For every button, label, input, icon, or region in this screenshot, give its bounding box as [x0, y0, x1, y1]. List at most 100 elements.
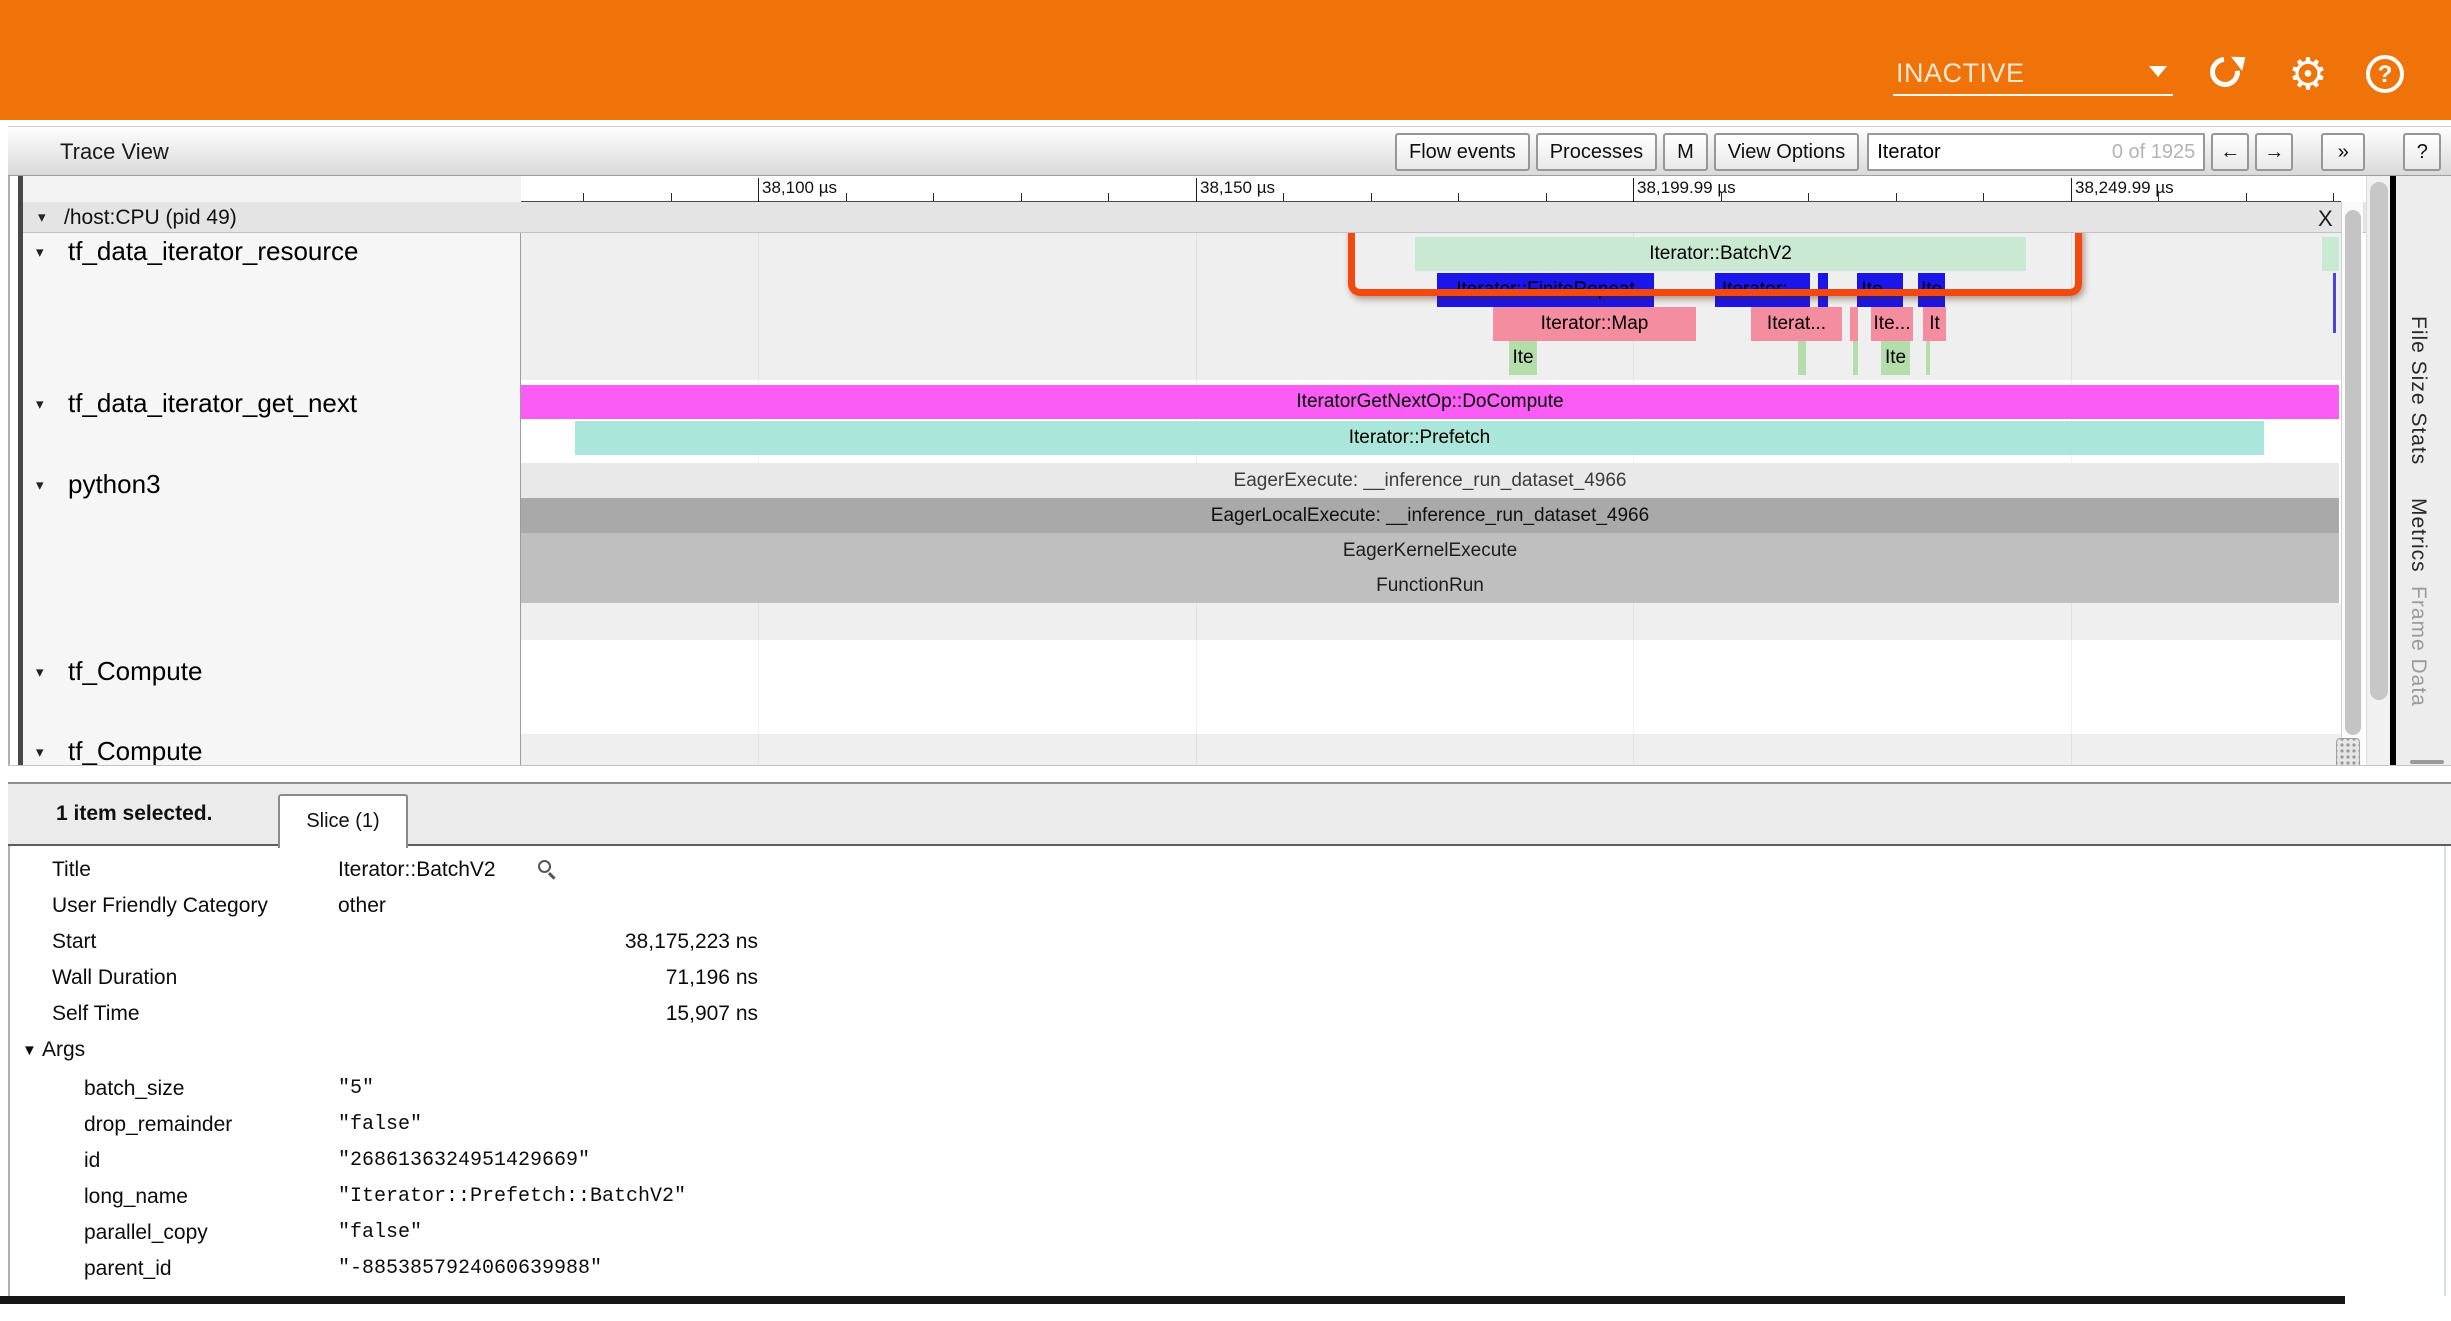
shortcuts-help-button[interactable]: ?: [2403, 133, 2441, 171]
ruler-major-tick: [1196, 178, 1197, 202]
trace-event-slice[interactable]: [1850, 307, 1858, 341]
ruler-minor-tick: [846, 193, 847, 201]
ruler-minor-tick: [1021, 193, 1022, 201]
selection-highlight-box: [1348, 233, 2082, 296]
ruler-minor-tick: [1721, 193, 1722, 201]
trace-event-slice[interactable]: FunctionRun: [521, 568, 2339, 603]
refresh-icon[interactable]: [2208, 55, 2248, 95]
ruler-tick-label: 38,100 µs: [762, 178, 837, 198]
trace-event-slice[interactable]: Ite...: [1871, 307, 1913, 341]
track-row-stripe: [521, 603, 2361, 640]
track-name: python3: [68, 467, 161, 501]
sidebar-tab-metrics[interactable]: Metrics: [2406, 498, 2430, 573]
settings-gear-icon[interactable]: ⚙: [2288, 55, 2328, 95]
collapse-arrow-icon: ▾: [36, 395, 44, 413]
trace-event-slice[interactable]: EagerLocalExecute: __inference_run_datas…: [521, 498, 2339, 533]
page-title: Trace View: [60, 139, 169, 165]
trace-left-border: [18, 176, 23, 765]
tab-slice[interactable]: Slice (1): [278, 794, 408, 848]
dropdown-arrow-icon: [2149, 66, 2167, 77]
detail-row-wall-duration: Wall Duration71,196 ns: [10, 960, 910, 996]
ruler-minor-tick: [1896, 193, 1897, 201]
trace-event-slice[interactable]: Iterator::Map: [1493, 307, 1696, 341]
track-area: Iterator::BatchV2Iterator::FiniteRepeatI…: [20, 233, 2390, 765]
process-header[interactable]: ▾ /host:CPU (pid 49) X: [20, 202, 2390, 233]
page-scrollbar-thumb[interactable]: [2370, 182, 2388, 700]
close-process-button[interactable]: X: [2310, 204, 2341, 234]
trace-event-slice[interactable]: IteratorGetNextOp::DoCompute: [521, 385, 2339, 419]
detail-value: 15,907 ns: [338, 996, 758, 1032]
track-name: tf_data_iterator_resource: [68, 234, 359, 268]
trace-event-slice[interactable]: Iterator::Prefetch: [575, 421, 2264, 455]
timeline-scrollbar-thumb[interactable]: [2345, 210, 2361, 735]
track-label-tf-compute[interactable]: ▾tf_Compute: [20, 654, 520, 688]
ruler-minor-tick: [671, 193, 672, 201]
toolbar-button-m[interactable]: M: [1663, 133, 1708, 171]
track-label-python3[interactable]: ▾python3: [20, 467, 520, 501]
toolbar-button-view-options[interactable]: View Options: [1714, 133, 1859, 171]
arg-key: parallel_copy: [84, 1215, 208, 1251]
page-scrollbar[interactable]: [2366, 176, 2390, 765]
ruler-minor-tick: [2246, 193, 2247, 201]
timeline-scrollbar[interactable]: [2341, 202, 2363, 765]
arg-row-long-name: long_name"Iterator::Prefetch::BatchV2": [10, 1179, 910, 1215]
arg-key: id: [84, 1143, 100, 1179]
trace-event-slice[interactable]: It: [1923, 307, 1946, 341]
search-value: Iterator: [1877, 141, 2112, 164]
detail-value: 71,196 ns: [338, 960, 758, 996]
sidebar-tab-frame-data[interactable]: Frame Data: [2406, 586, 2430, 707]
track-label-tf-data-iterator-get-next[interactable]: ▾ tf_data_iterator_get_next: [20, 386, 520, 420]
trace-event-slice[interactable]: Ite: [1881, 341, 1910, 375]
arg-key: batch_size: [84, 1071, 184, 1107]
magnifier-icon[interactable]: [538, 860, 560, 882]
more-options-button[interactable]: »: [2321, 133, 2365, 171]
args-toggle-label: Args: [42, 1032, 85, 1068]
track-name: tf_data_iterator_get_next: [68, 386, 357, 420]
trace-view-header: Trace View Flow eventsProcessesMView Opt…: [8, 126, 2451, 176]
find-next-button[interactable]: →: [2255, 133, 2293, 171]
ruler-minor-tick: [1458, 193, 1459, 201]
time-ruler: 38,100 µs38,150 µs38,199.99 µs38,249.99 …: [521, 176, 2341, 202]
environment-value: INACTIVE: [1896, 58, 2025, 89]
ruler-minor-tick: [1371, 193, 1372, 201]
environment-dropdown[interactable]: INACTIVE: [1893, 52, 2173, 96]
toolbar-button-processes[interactable]: Processes: [1536, 133, 1657, 171]
track-label-tf-compute[interactable]: ▾tf_Compute: [20, 734, 520, 765]
trace-event-slice[interactable]: Iterat...: [1751, 307, 1842, 341]
find-previous-button[interactable]: ←: [2211, 133, 2249, 171]
trace-event-slice[interactable]: Ite: [1509, 341, 1537, 375]
detail-label: Start: [52, 924, 96, 960]
ruler-tick-label: 38,150 µs: [1200, 178, 1275, 198]
arg-key: long_name: [84, 1179, 188, 1215]
ruler-left-gutter: [20, 176, 521, 202]
right-edge-accent: [2444, 846, 2446, 1296]
trace-event-slice[interactable]: EagerExecute: __inference_run_dataset_49…: [521, 463, 2339, 498]
arg-value: "false": [338, 1215, 422, 1251]
trace-event-slice[interactable]: [2322, 237, 2339, 271]
arg-key: drop_remainder: [84, 1107, 232, 1143]
trace-event-slice[interactable]: [1926, 341, 1930, 375]
args-toggle-row[interactable]: ▼Args: [10, 1032, 910, 1068]
trace-event-slice[interactable]: [1798, 341, 1806, 375]
slice-detail-table: TitleIterator::BatchV2User Friendly Cate…: [10, 846, 2451, 1296]
arg-row-parallel-copy: parallel_copy "false": [10, 1215, 910, 1251]
panel-splitter[interactable]: [8, 765, 2451, 782]
arg-row-batch-size: batch_size"5": [10, 1071, 910, 1107]
search-input[interactable]: Iterator 0 of 1925: [1867, 133, 2205, 171]
ruler-minor-tick: [583, 193, 584, 201]
arg-value: "false": [338, 1107, 422, 1143]
arg-row-parent-id: parent_id"-8853857924060639988": [10, 1251, 910, 1287]
detail-row-user-friendly-category: User Friendly Categoryother: [10, 888, 910, 924]
sidebar-tab-file-size-stats[interactable]: File Size Stats: [2406, 316, 2430, 465]
track-label-column: ▾tf_data_iterator_resource▾tf_data_itera…: [20, 233, 521, 765]
trace-event-slice[interactable]: EagerKernelExecute: [521, 533, 2339, 568]
trace-event-slice[interactable]: [2333, 273, 2336, 333]
toolbar-button-flow-events[interactable]: Flow events: [1395, 133, 1530, 171]
detail-row-title: TitleIterator::BatchV2: [10, 852, 910, 888]
tool-sidebar-tabs: File Size Stats Metrics Frame Data: [2396, 176, 2451, 765]
help-icon[interactable]: ?: [2366, 55, 2404, 93]
selection-status: 1 item selected.: [56, 802, 212, 826]
arg-row-id: id"2686136324951429669": [10, 1143, 910, 1179]
track-label-tf-data-iterator-resource[interactable]: ▾tf_data_iterator_resource: [20, 234, 520, 268]
trace-event-slice[interactable]: [1853, 341, 1858, 375]
